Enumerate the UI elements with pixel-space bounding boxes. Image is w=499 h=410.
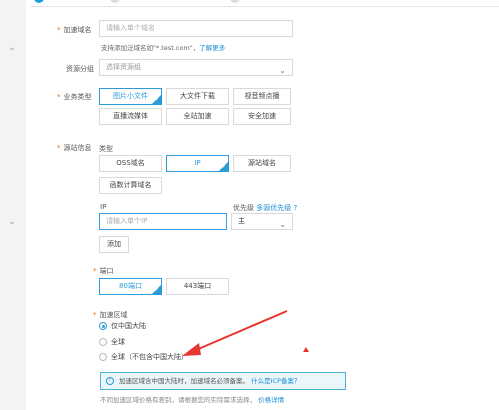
annotation-marker [303, 347, 309, 352]
arrow-head [182, 343, 201, 356]
annotation-arrow [182, 310, 309, 356]
arrow-line [195, 310, 288, 351]
